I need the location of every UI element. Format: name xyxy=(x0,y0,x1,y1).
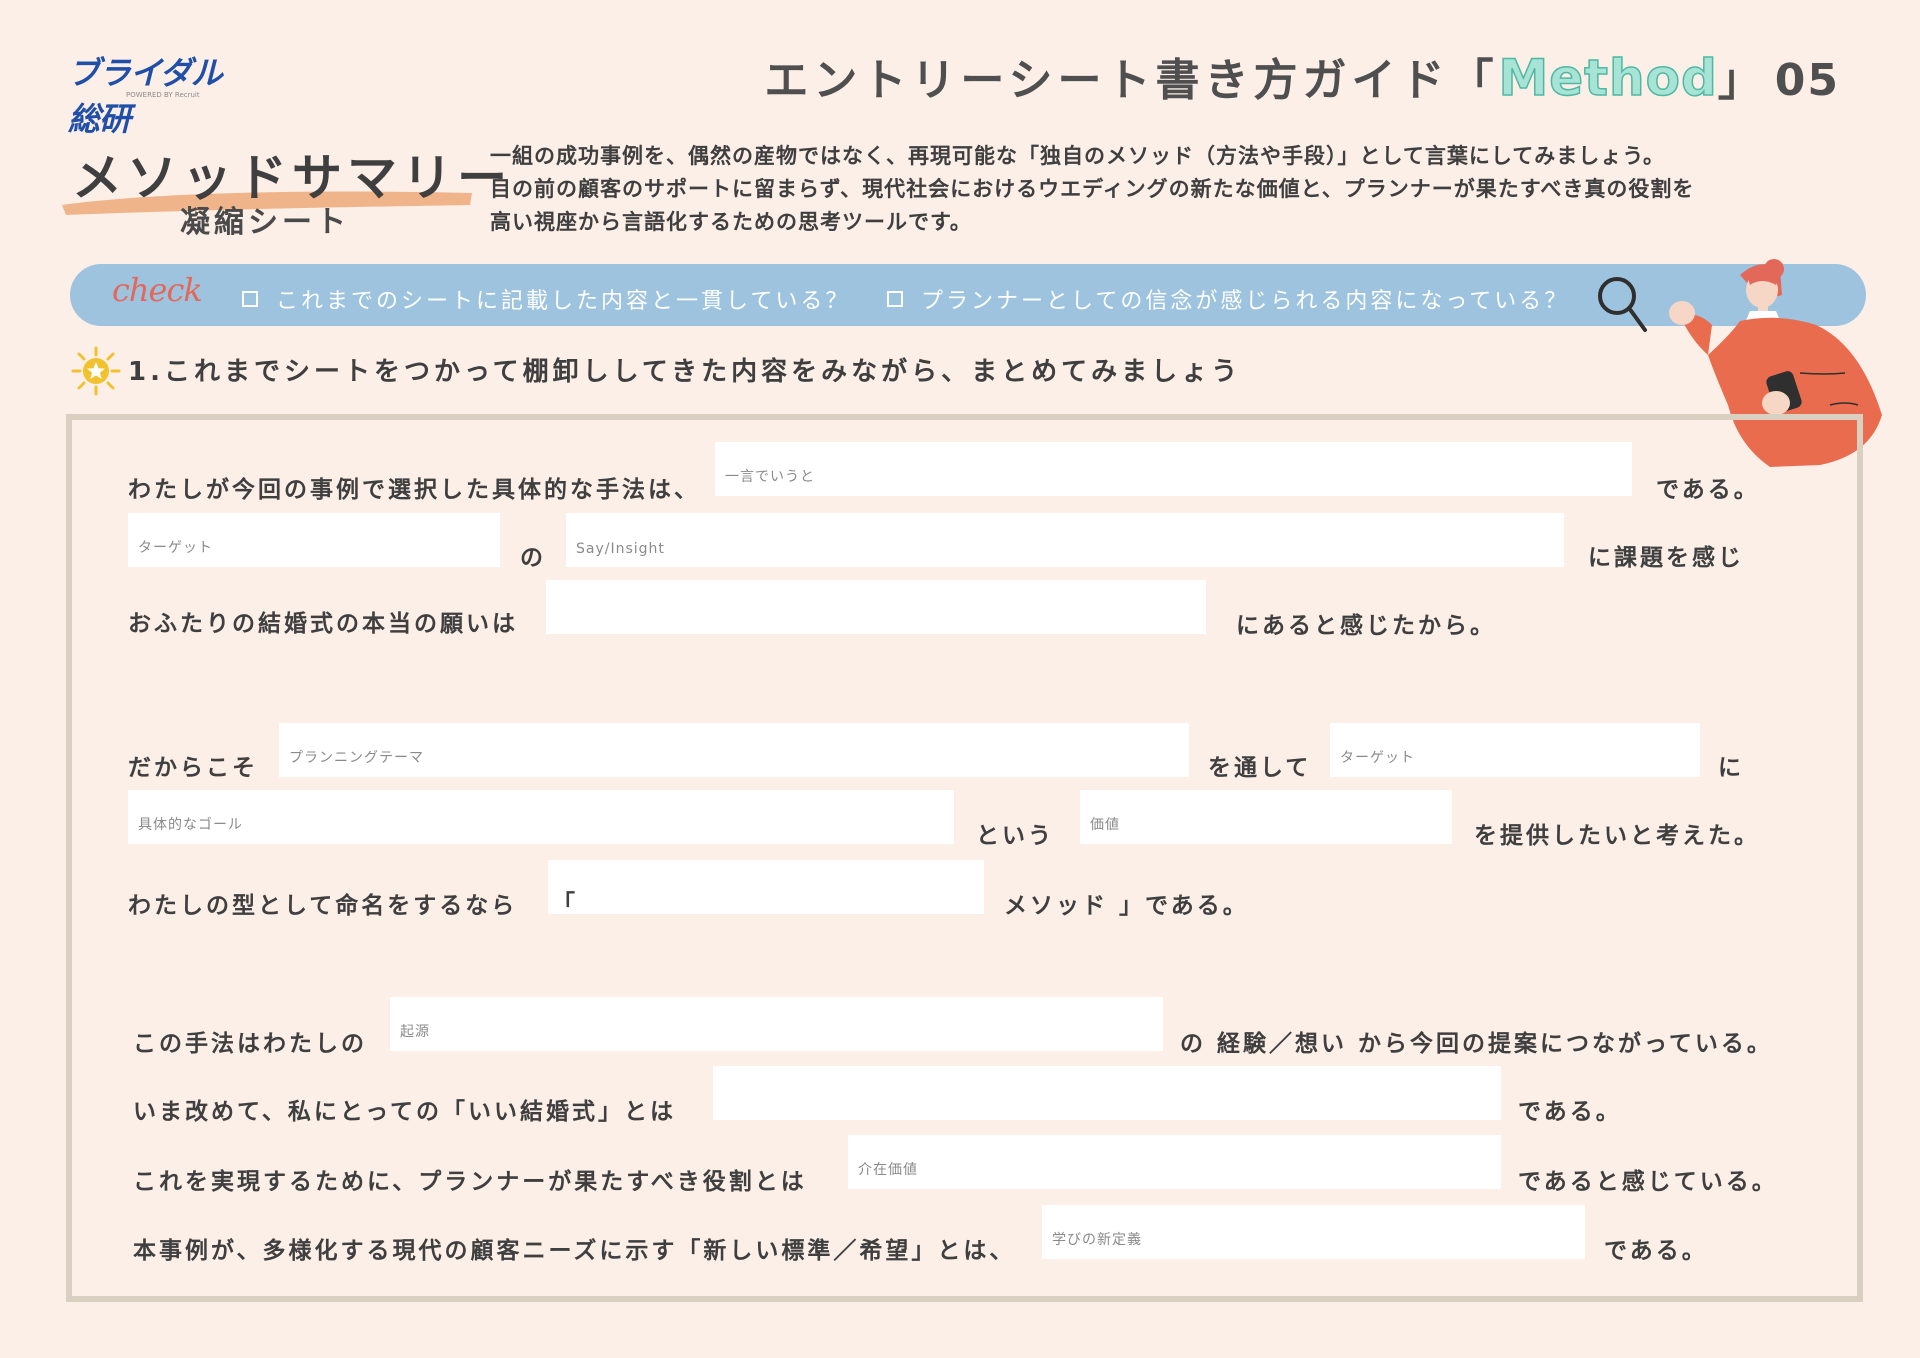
field-placeholder: 介在価値 xyxy=(858,1162,918,1178)
form-text: を通して xyxy=(1208,755,1312,781)
form-text: という xyxy=(976,823,1054,849)
target-field[interactable]: ターゲット xyxy=(128,513,500,567)
value-field[interactable]: 価値 xyxy=(1080,790,1452,844)
brand-logo: ブライダル総研 POWERED BY Recruit xyxy=(68,48,248,138)
logo-subtext: POWERED BY Recruit xyxy=(126,91,200,99)
title-method: Method xyxy=(1498,48,1718,108)
form-text: おふたりの結婚式の本当の願いは xyxy=(128,611,518,637)
summary-subtitle: 凝縮シート xyxy=(180,205,350,240)
form-text: の 経験／想い から今回の提案につながっている。 xyxy=(1180,1031,1773,1057)
form-text: に課題を感じ xyxy=(1588,545,1744,571)
field-placeholder: 起源 xyxy=(400,1024,430,1040)
concrete-goal-field[interactable]: 具体的なゴール xyxy=(128,790,954,844)
form-text: この手法はわたしの xyxy=(133,1031,367,1057)
check-label: check xyxy=(112,271,203,309)
form-text: である。 xyxy=(1656,477,1760,503)
field-placeholder: 具体的なゴール xyxy=(138,817,243,833)
form-text: であると感じている。 xyxy=(1518,1169,1778,1195)
field-placeholder: 学びの新定義 xyxy=(1052,1232,1142,1248)
section-heading: 1.これまでシートをつかって棚卸ししてきた内容をみながら、まとめてみましょう xyxy=(128,357,1242,387)
star-sun-icon xyxy=(71,346,121,396)
intervention-value-field[interactable]: 介在価値 xyxy=(848,1135,1501,1189)
title-prefix: エントリーシート書き方ガイド「 xyxy=(764,55,1499,106)
true-wish-field[interactable] xyxy=(546,580,1206,634)
field-placeholder: ターゲット xyxy=(1340,750,1415,766)
checkbox-icon[interactable] xyxy=(242,291,258,307)
origin-field[interactable]: 起源 xyxy=(390,997,1163,1051)
title-number: 05 xyxy=(1774,55,1840,106)
form-text: である。 xyxy=(1518,1099,1622,1125)
summary-intro: 一組の成功事例を、偶然の産物ではなく、再現可能な「独自のメソッド（方法や手段）」… xyxy=(490,140,1870,239)
form-text: にあると感じたから。 xyxy=(1236,613,1496,639)
title-suffix: 」 xyxy=(1717,55,1767,106)
form-text: わたしの型として命名をするなら xyxy=(128,893,518,919)
field-placeholder: 一言でいうと xyxy=(725,469,815,485)
intro-line: 一組の成功事例を、偶然の産物ではなく、再現可能な「独自のメソッド（方法や手段）」… xyxy=(490,144,1665,168)
form-text: に xyxy=(1718,755,1744,781)
form-text: わたしが今回の事例で選択した具体的な手法は、 xyxy=(128,477,700,503)
intro-line: 目の前の顧客のサポートに留まらず、現代社会におけるウエディングの新たな価値と、プ… xyxy=(490,177,1695,201)
form-text: 本事例が、多様化する現代の顧客ニーズに示す「新しい標準／希望」とは、 xyxy=(133,1238,1016,1264)
intro-line: 高い視座から言語化するための思考ツールです。 xyxy=(490,210,972,234)
page-title: エントリーシート書き方ガイド「 Method」 05 xyxy=(764,44,1840,108)
field-placeholder: プランニングテーマ xyxy=(289,750,424,766)
check-item-label: これまでのシートに記載した内容と一貫している？ xyxy=(276,289,851,314)
method-name-field[interactable] xyxy=(548,860,984,914)
open-bracket: 「 xyxy=(552,891,578,917)
good-wedding-field[interactable] xyxy=(713,1066,1501,1120)
method-oneword-field[interactable]: 一言でいうと xyxy=(715,442,1632,496)
target-field-2[interactable]: ターゲット xyxy=(1330,723,1700,777)
check-item-belief[interactable]: プランナーとしての信念が感じられる内容になっている？ xyxy=(887,283,1569,315)
check-item-label: プランナーとしての信念が感じられる内容になっている？ xyxy=(921,289,1570,314)
form-text: の xyxy=(520,545,546,571)
form-text: これを実現するために、プランナーが果たすべき役割とは xyxy=(133,1169,807,1195)
say-insight-field[interactable]: Say/Insight xyxy=(566,513,1564,567)
planning-theme-field[interactable]: プランニングテーマ xyxy=(279,723,1189,777)
field-placeholder: Say/Insight xyxy=(576,541,665,557)
form-text: だからこそ xyxy=(128,755,258,781)
field-placeholder: 価値 xyxy=(1090,817,1120,833)
new-definition-field[interactable]: 学びの新定義 xyxy=(1042,1205,1585,1259)
form-text: である。 xyxy=(1604,1238,1708,1264)
form-text: を提供したいと考えた。 xyxy=(1474,823,1760,849)
check-item-consistency[interactable]: これまでのシートに記載した内容と一貫している？ xyxy=(242,283,850,315)
form-text: メソッド 」である。 xyxy=(1004,893,1249,919)
checkbox-icon[interactable] xyxy=(887,291,903,307)
field-placeholder: ターゲット xyxy=(138,540,213,556)
form-text: いま改めて、私にとっての「いい結婚式」とは xyxy=(133,1099,677,1125)
